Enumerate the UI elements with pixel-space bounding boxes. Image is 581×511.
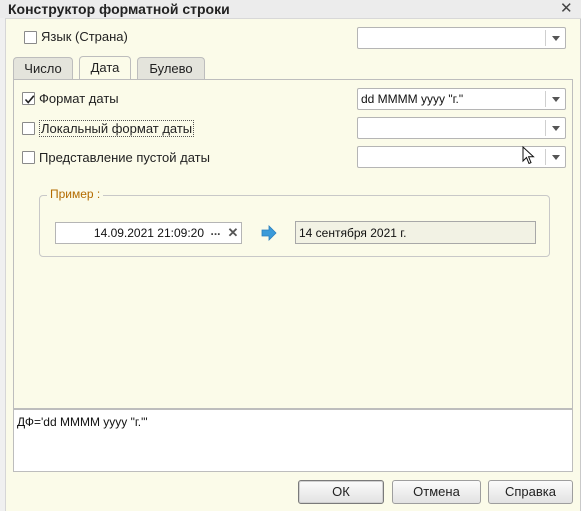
combo-separator bbox=[545, 30, 546, 46]
format-string-value: ДФ='dd MMMM yyyy "г."' bbox=[17, 415, 148, 429]
tab-number[interactable]: Число bbox=[13, 57, 73, 79]
combo-separator bbox=[545, 120, 546, 136]
arrow-right-icon bbox=[261, 225, 277, 241]
local-format-checkbox[interactable] bbox=[22, 122, 35, 135]
example-result-value: 14 сентября 2021 г. bbox=[299, 226, 407, 240]
date-format-value: dd MMMM yyyy "г." bbox=[361, 92, 464, 106]
date-format-checkbox[interactable] bbox=[22, 92, 35, 105]
language-label: Язык (Страна) bbox=[41, 29, 128, 44]
local-format-combo[interactable] bbox=[357, 117, 566, 139]
empty-date-checkbox[interactable] bbox=[22, 151, 35, 164]
clear-icon[interactable]: ✕ bbox=[225, 225, 241, 241]
language-checkbox[interactable] bbox=[24, 31, 37, 44]
close-icon[interactable]: ✕ bbox=[560, 0, 573, 17]
example-date-input[interactable]: 14.09.2021 21:09:20 ... ✕ bbox=[55, 222, 242, 244]
combo-separator bbox=[545, 91, 546, 107]
checkmark-icon bbox=[24, 95, 35, 104]
empty-date-label: Представление пустой даты bbox=[39, 150, 210, 165]
example-date-value: 14.09.2021 21:09:20 bbox=[93, 226, 204, 240]
chevron-down-icon[interactable] bbox=[552, 126, 560, 131]
tab-date[interactable]: Дата bbox=[79, 56, 131, 80]
chevron-down-icon[interactable] bbox=[552, 36, 560, 41]
ok-button[interactable]: ОК bbox=[298, 480, 384, 504]
chevron-down-icon[interactable] bbox=[552, 97, 560, 102]
local-format-label: Локальный формат даты bbox=[39, 120, 195, 137]
help-button[interactable]: Справка bbox=[488, 480, 573, 504]
select-button[interactable]: ... bbox=[207, 225, 224, 241]
example-label: Пример : bbox=[47, 187, 104, 201]
cancel-button[interactable]: Отмена bbox=[392, 480, 481, 504]
tab-boolean[interactable]: Булево bbox=[137, 57, 205, 79]
date-format-combo[interactable]: dd MMMM yyyy "г." bbox=[357, 88, 566, 110]
date-format-label: Формат даты bbox=[39, 91, 119, 106]
language-combo[interactable] bbox=[357, 27, 566, 49]
example-result: 14 сентября 2021 г. bbox=[295, 221, 536, 244]
format-string-field[interactable]: ДФ='dd MMMM yyyy "г."' bbox=[13, 409, 573, 472]
left-edge bbox=[0, 18, 6, 511]
combo-separator bbox=[545, 149, 546, 165]
title-bar: Конструктор форматной строки ✕ bbox=[0, 0, 581, 19]
window-title: Конструктор форматной строки bbox=[8, 1, 230, 17]
chevron-down-icon[interactable] bbox=[552, 155, 560, 160]
mouse-cursor-icon bbox=[522, 146, 535, 165]
